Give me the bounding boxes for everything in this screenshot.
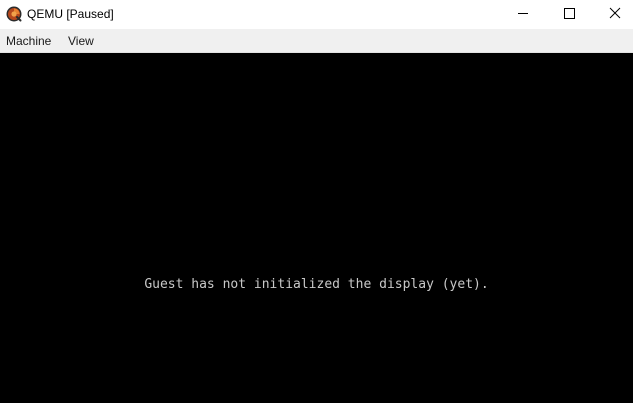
- qemu-window: QEMU [Paused] Machine View Guest has not…: [0, 0, 633, 403]
- guest-display[interactable]: Guest has not initialized the display (y…: [0, 53, 633, 403]
- close-icon: [609, 7, 621, 19]
- minimize-icon: [518, 13, 528, 14]
- minimize-button[interactable]: [500, 0, 546, 29]
- menu-machine[interactable]: Machine: [6, 33, 51, 49]
- title-bar[interactable]: QEMU [Paused]: [0, 0, 633, 29]
- qemu-logo-icon[interactable]: [6, 6, 22, 22]
- maximize-button[interactable]: [546, 0, 592, 29]
- window-title: QEMU [Paused]: [27, 7, 114, 21]
- close-button[interactable]: [592, 0, 633, 29]
- display-message: Guest has not initialized the display (y…: [144, 277, 489, 292]
- menu-view[interactable]: View: [68, 33, 94, 49]
- menu-bar: Machine View: [0, 29, 633, 53]
- maximize-icon: [564, 8, 575, 19]
